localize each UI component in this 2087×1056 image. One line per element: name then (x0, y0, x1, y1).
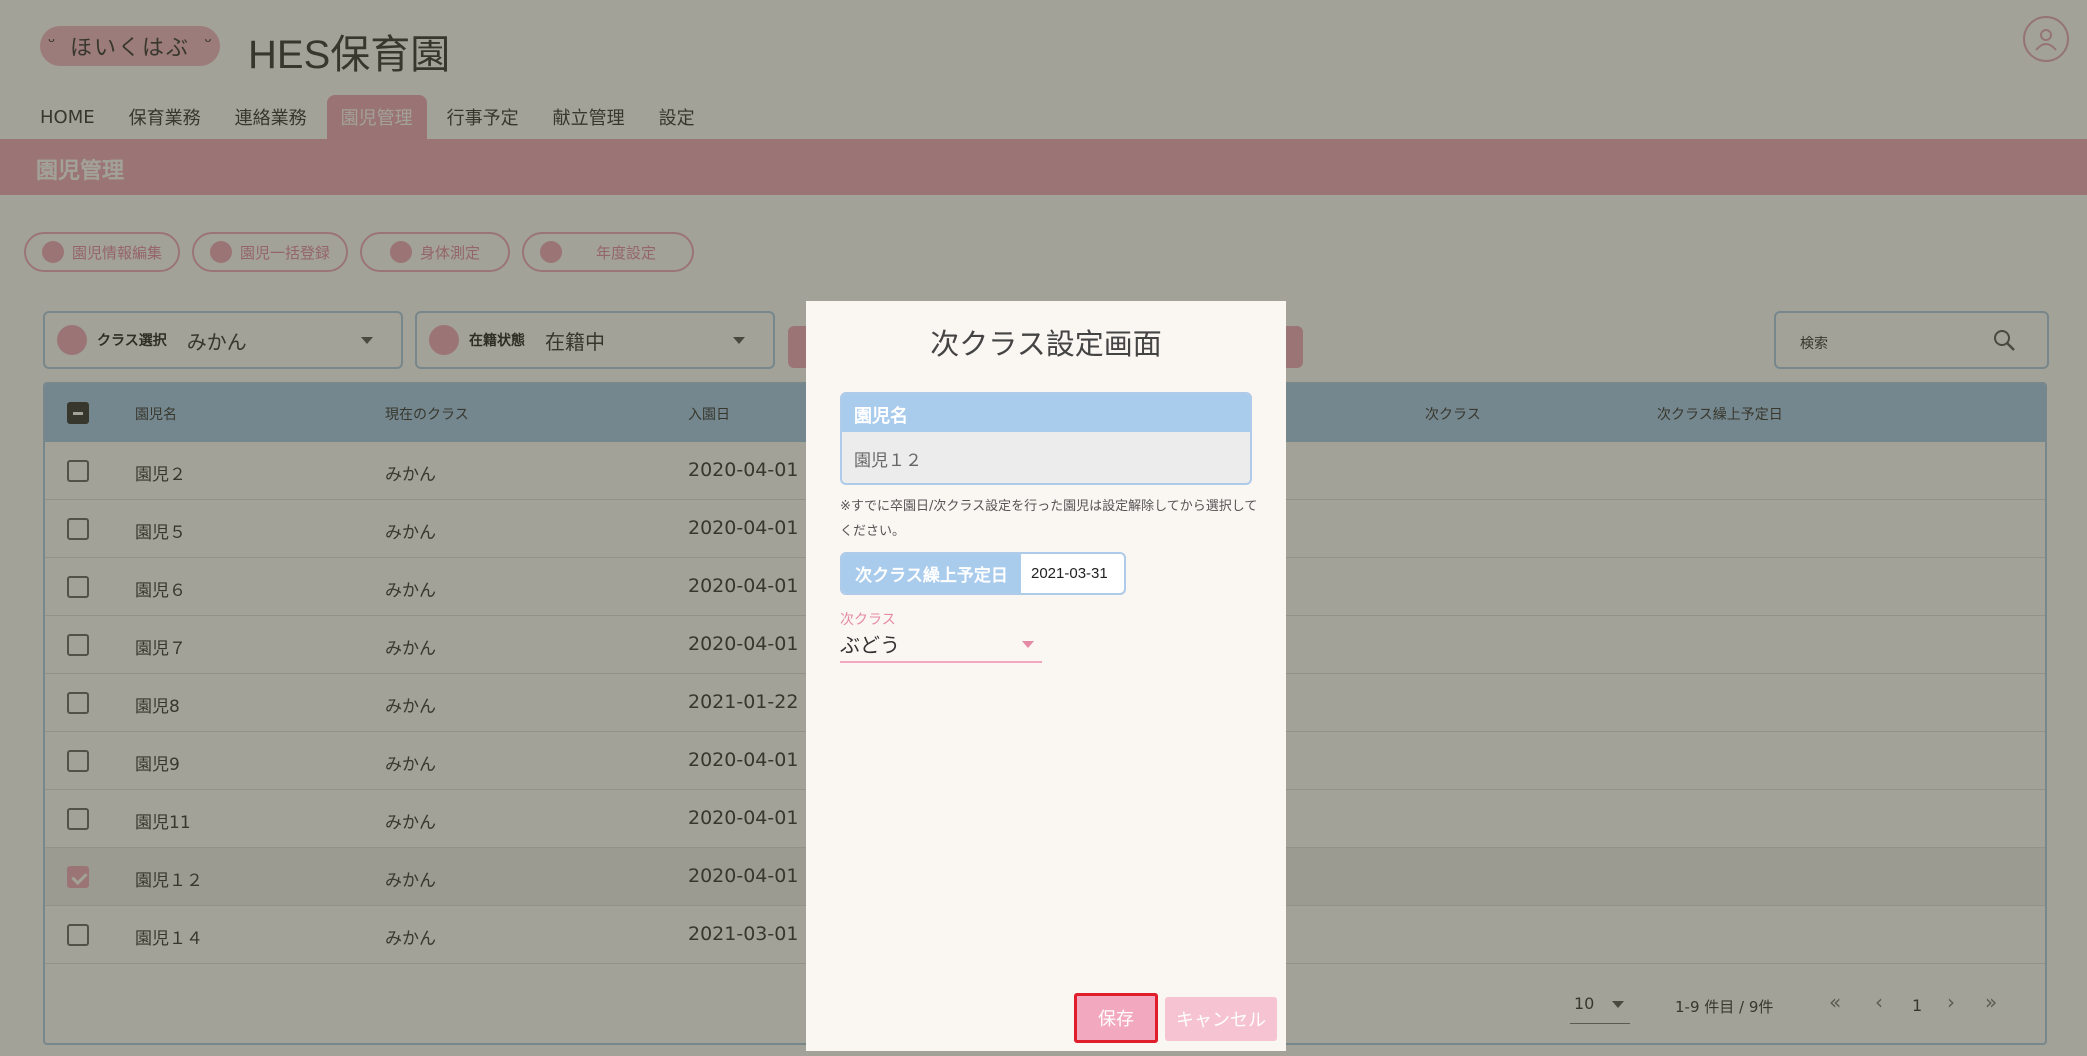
next-class-select-value: ぶどう (840, 633, 900, 657)
next-class-date-input[interactable] (1021, 554, 1121, 593)
dialog-title: 次クラス設定画面 (930, 327, 1162, 361)
next-class-date-field: 次クラス繰上予定日 (840, 552, 1126, 595)
child-name-value: 園児１２ (854, 451, 922, 471)
dialog-note: ※すでに卒園日/次クラス設定を行った園児は設定解除してから選択してください。 (840, 499, 1258, 539)
next-class-select[interactable]: ぶどう (840, 625, 1042, 663)
chevron-down-icon (1022, 641, 1034, 648)
child-name-label: 園児名 (842, 394, 1250, 432)
save-button[interactable]: 保存 (1074, 993, 1158, 1043)
cancel-button[interactable]: キャンセル (1165, 997, 1277, 1041)
next-class-date-label: 次クラス繰上予定日 (842, 554, 1021, 593)
child-name-field: 園児名 園児１２ (840, 392, 1252, 485)
next-class-dialog: 次クラス設定画面 園児名 園児１２ ※すでに卒園日/次クラス設定を行った園児は設… (806, 301, 1286, 1051)
